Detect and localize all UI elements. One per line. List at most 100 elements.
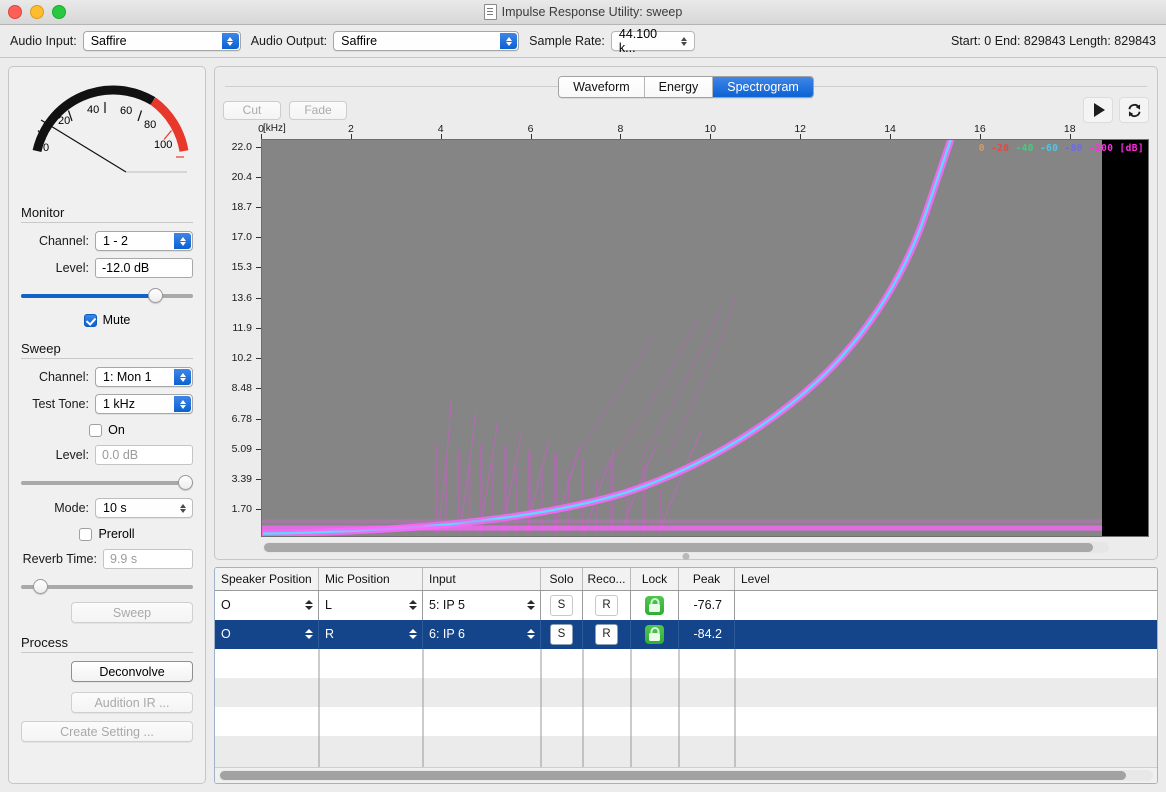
reverb-time-slider-knob[interactable] <box>33 579 48 594</box>
solo-button[interactable]: S <box>550 595 573 616</box>
mute-checkbox[interactable] <box>84 314 97 327</box>
chevron-updown-icon <box>174 500 191 516</box>
y-axis: 22.0 20.4 18.7 17.0 15.3 13.6 11.9 10.2 … <box>223 139 261 537</box>
meter-tick-20: 20 <box>58 115 70 127</box>
table-empty-area[interactable] <box>215 649 1157 767</box>
legend-100: -100 <box>1089 143 1113 154</box>
stepper-icon[interactable] <box>409 629 417 639</box>
stepper-icon[interactable] <box>409 600 417 610</box>
play-button[interactable] <box>1083 97 1113 123</box>
chevron-updown-icon <box>500 33 517 49</box>
cell-input[interactable]: 5: IP 5 <box>423 591 541 620</box>
column-header-speaker-position[interactable]: Speaker Position <box>215 568 319 590</box>
fade-button[interactable]: Fade <box>289 101 347 120</box>
stepper-icon[interactable] <box>305 629 313 639</box>
cell-lock[interactable] <box>631 620 679 649</box>
tone-on-label: On <box>108 423 125 437</box>
cell-record[interactable]: R <box>583 591 631 620</box>
cell-record[interactable]: R <box>583 620 631 649</box>
sweep-level-slider[interactable] <box>21 474 193 492</box>
table-row-empty[interactable] <box>215 678 1157 707</box>
solo-button[interactable]: S <box>550 624 573 645</box>
panel-resize-grip[interactable] <box>683 553 690 560</box>
column-header-mic-position[interactable]: Mic Position <box>319 568 423 590</box>
sweep-channel-select[interactable]: 1: Mon 1 <box>95 367 193 387</box>
sweep-mode-select[interactable]: 10 s <box>95 498 193 518</box>
column-header-solo[interactable]: Solo <box>541 568 583 590</box>
lock-icon[interactable] <box>645 596 664 615</box>
cell-peak: -76.7 <box>679 591 735 620</box>
minimize-button[interactable] <box>30 5 44 19</box>
table-horizontal-scrollbar[interactable] <box>219 770 1153 781</box>
record-button[interactable]: R <box>595 624 618 645</box>
table-scrollbar-area <box>215 767 1157 783</box>
column-header-lock[interactable]: Lock <box>631 568 679 590</box>
column-header-peak[interactable]: Peak <box>679 568 735 590</box>
cell-lock[interactable] <box>631 591 679 620</box>
column-header-input[interactable]: Input <box>423 568 541 590</box>
chevron-updown-icon <box>222 33 239 49</box>
audio-output-select[interactable]: Saffire <box>333 31 519 51</box>
sample-rate-select[interactable]: 44.100 k... <box>611 31 695 51</box>
tone-on-checkbox[interactable] <box>89 424 102 437</box>
column-header-record[interactable]: Reco... <box>583 568 631 590</box>
graph-horizontal-scrollbar[interactable] <box>263 542 1109 553</box>
monitor-level-slider[interactable] <box>21 287 193 305</box>
reverb-time-input[interactable]: 9.9 s <box>103 549 193 569</box>
monitor-level-row: Level: -12.0 dB <box>21 258 193 278</box>
sweep-testtone-label: Test Tone: <box>21 397 95 411</box>
zoom-button[interactable] <box>52 5 66 19</box>
tone-on-checkbox-row[interactable]: On <box>21 423 193 437</box>
column-header-level[interactable]: Level <box>735 568 1157 590</box>
audition-ir-button[interactable]: Audition IR ... <box>71 692 193 713</box>
process-section-title: Process <box>21 635 193 650</box>
table-row-empty[interactable] <box>215 649 1157 678</box>
cell-mic-position[interactable]: L <box>319 591 423 620</box>
table-row-empty[interactable] <box>215 736 1157 767</box>
cell-speaker-position[interactable]: O <box>215 620 319 649</box>
tab-energy[interactable]: Energy <box>645 77 714 97</box>
table-row-empty[interactable] <box>215 707 1157 736</box>
tab-waveform[interactable]: Waveform <box>559 77 645 97</box>
lock-icon[interactable] <box>645 625 664 644</box>
spectrogram-canvas <box>262 140 1148 536</box>
sweep-button[interactable]: Sweep <box>71 602 193 623</box>
monitor-level-input[interactable]: -12.0 dB <box>95 258 193 278</box>
close-button[interactable] <box>8 5 22 19</box>
loop-button[interactable] <box>1119 97 1149 123</box>
cut-button[interactable]: Cut <box>223 101 281 120</box>
spectrogram-plot[interactable]: 0 -20 -40 -60 -80 -100 [dB] <box>261 139 1149 537</box>
cell-solo[interactable]: S <box>541 591 583 620</box>
sweep-testtone-row: Test Tone: 1 kHz <box>21 394 193 414</box>
tab-spectrogram[interactable]: Spectrogram <box>713 77 813 97</box>
meter-tick-100: 100 <box>154 139 172 151</box>
x-axis: [kHz] 0 2 4 6 8 10 12 14 16 18 <box>261 123 1142 139</box>
sweep-testtone-select[interactable]: 1 kHz <box>95 394 193 414</box>
control-sidebar: 0 20 40 60 80 100 Monitor Channel: 1 - 2 <box>8 66 206 784</box>
audio-input-select[interactable]: Saffire <box>83 31 241 51</box>
monitor-level-slider-knob[interactable] <box>148 288 163 303</box>
stepper-icon[interactable] <box>527 600 535 610</box>
sweep-level-slider-knob[interactable] <box>178 475 193 490</box>
preroll-checkbox-row[interactable]: Preroll <box>21 527 193 541</box>
table-row[interactable]: O L 5: IP 5 S R <box>215 591 1157 620</box>
monitor-channel-select[interactable]: 1 - 2 <box>95 231 193 251</box>
create-setting-button[interactable]: Create Setting ... <box>21 721 193 742</box>
cell-mic-position[interactable]: R <box>319 620 423 649</box>
deconvolve-button[interactable]: Deconvolve <box>71 661 193 682</box>
cell-solo[interactable]: S <box>541 620 583 649</box>
stepper-icon[interactable] <box>527 629 535 639</box>
graph-scrollbar-thumb[interactable] <box>264 543 1093 552</box>
monitor-level-value: -12.0 dB <box>102 261 149 275</box>
table-scrollbar-thumb[interactable] <box>220 771 1126 780</box>
table-row[interactable]: O R 6: IP 6 S R <box>215 620 1157 649</box>
reverb-time-slider[interactable] <box>21 578 193 596</box>
mute-checkbox-row[interactable]: Mute <box>21 313 193 327</box>
sweep-level-input[interactable]: 0.0 dB <box>95 445 193 465</box>
cell-speaker-position[interactable]: O <box>215 591 319 620</box>
preroll-checkbox[interactable] <box>79 528 92 541</box>
record-button[interactable]: R <box>595 595 618 616</box>
cell-input[interactable]: 6: IP 6 <box>423 620 541 649</box>
cell-value: O <box>221 627 231 641</box>
stepper-icon[interactable] <box>305 600 313 610</box>
